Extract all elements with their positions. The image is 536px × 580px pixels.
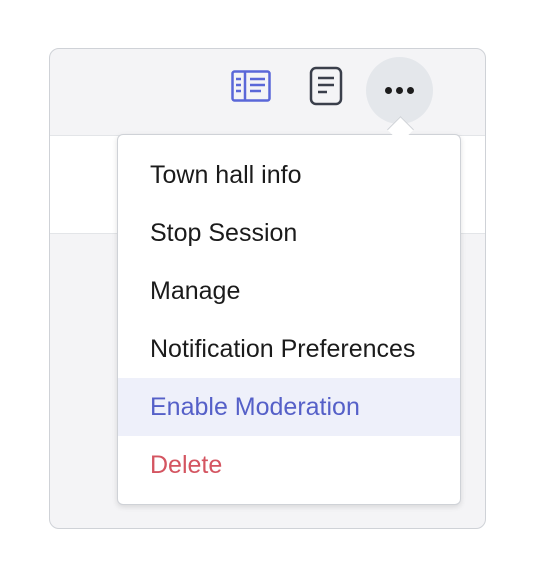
sidebar-info-icon [231, 69, 271, 107]
more-dots-icon [385, 87, 414, 94]
menu-item-enable-moderation[interactable]: Enable Moderation [118, 378, 460, 436]
menu-item-stop-session[interactable]: Stop Session [118, 204, 460, 262]
overflow-menu: Town hall info Stop Session Manage Notif… [117, 134, 461, 505]
menu-item-notification-preferences[interactable]: Notification Preferences [118, 320, 460, 378]
menu-item-townhall-info[interactable]: Town hall info [118, 146, 460, 204]
notes-button[interactable] [304, 66, 348, 110]
townhall-info-button[interactable] [229, 66, 273, 110]
more-options-button[interactable] [366, 57, 433, 124]
menu-item-delete[interactable]: Delete [118, 436, 460, 494]
menu-item-manage[interactable]: Manage [118, 262, 460, 320]
notes-icon [309, 66, 343, 111]
